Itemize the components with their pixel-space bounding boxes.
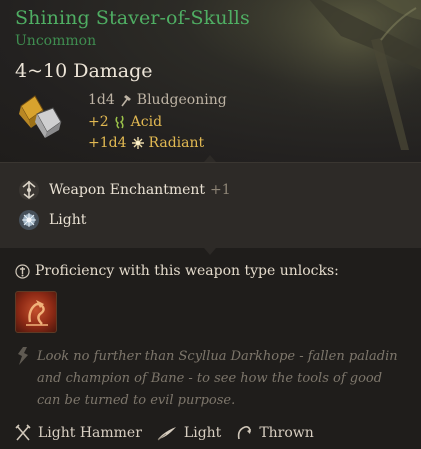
hammer-artwork [221,0,421,162]
weapon-action-glyph [26,300,48,326]
tooltip-header: Shining Staver-of-Skulls Uncommon 4~10 D… [0,0,421,162]
damage-type: Bludgeoning [136,92,227,108]
proficiency-header: Proficiency with this weapon type unlock… [15,263,339,279]
light-tag-label: Light [183,425,222,441]
weapon-type-label: Light Hammer [38,425,142,441]
hammer-icon [121,95,131,107]
property-weapon-enchantment[interactable]: Weapon Enchantment +1 [17,178,231,202]
enchantment-label: Weapon Enchantment [49,182,206,198]
panel-notch-top [204,155,216,162]
item-description: Look no further than Scyllua Darkhope - … [37,349,398,408]
item-tooltip: Shining Staver-of-Skulls Uncommon 4~10 D… [0,0,421,449]
proficiency-icon [15,263,30,279]
tag-thrown[interactable]: Thrown [235,424,314,442]
radiant-icon [131,137,144,149]
tag-light[interactable]: Light [156,424,221,442]
damage-amount: +1d4 [88,135,127,151]
damage-total: 4~10 Damage [15,60,153,82]
enchantment-bonus: +1 [210,182,231,198]
damage-amount: 1d4 [88,92,115,108]
damage-type: Acid [130,114,163,130]
feather-icon [157,427,176,441]
acid-icon [115,115,124,129]
panel-notch-bottom [204,248,216,255]
crossed-weapons-icon [15,424,31,441]
light-label: Light [49,212,87,228]
quote-icon [18,347,28,365]
damage-line-base: 1d4 Bludgeoning [88,92,227,108]
thrown-tag-label: Thrown [259,425,314,441]
damage-line-radiant: +1d4 Radiant [88,135,204,151]
damage-amount: +2 [88,114,109,130]
properties-panel [0,162,421,248]
item-name: Shining Staver-of-Skulls [15,7,250,29]
light-spell-icon [19,210,39,230]
tag-weapon-type[interactable]: Light Hammer [14,424,142,442]
weapon-enchantment-icon [19,180,39,200]
damage-type: Radiant [148,135,205,151]
property-light[interactable]: Light [17,208,86,232]
damage-line-acid: +2 Acid [88,114,162,130]
weapon-action-icon[interactable] [15,291,57,333]
proficiency-text: Proficiency with this weapon type unlock… [35,263,339,279]
damage-dice-icon [19,95,62,138]
item-tags: Light Hammer Light Thrown [14,424,328,442]
thrown-icon [238,426,252,440]
item-rarity: Uncommon [15,33,97,49]
